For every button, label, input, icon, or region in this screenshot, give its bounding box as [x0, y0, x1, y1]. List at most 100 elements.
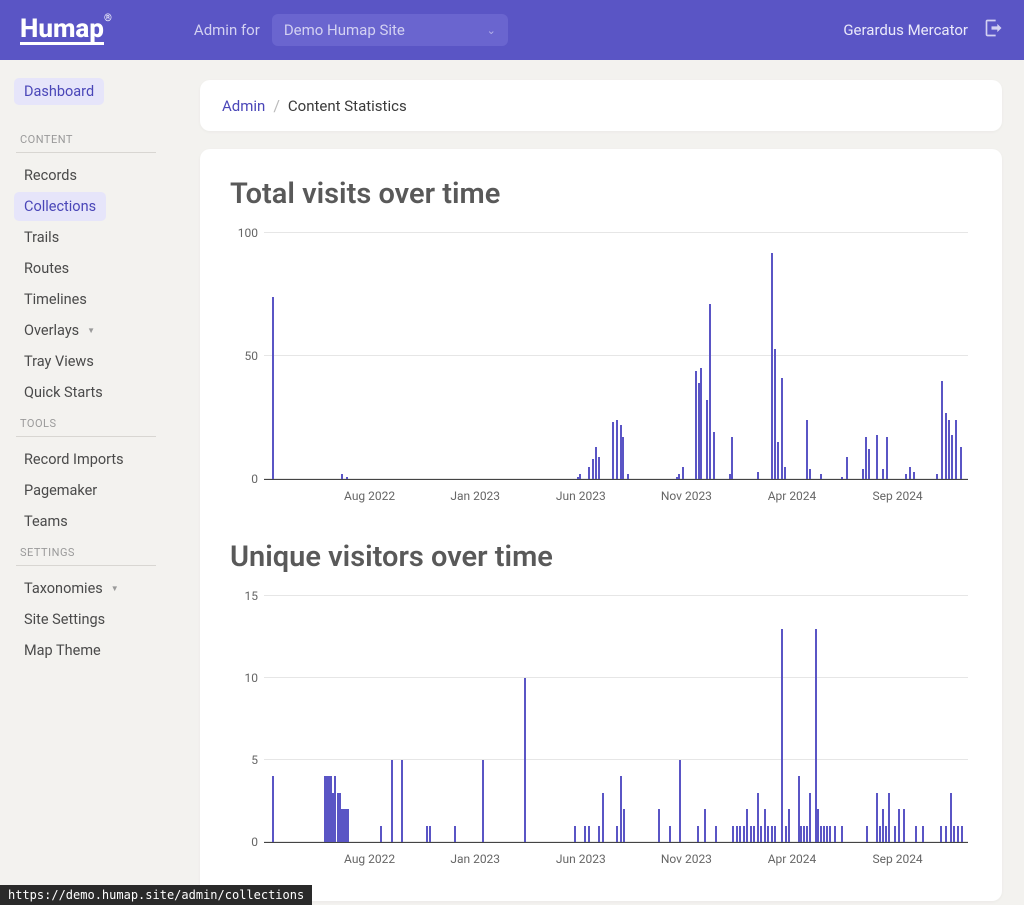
bar [846, 457, 848, 479]
site-select-value: Demo Humap Site [284, 21, 405, 39]
bar [695, 371, 697, 479]
grid-line [264, 595, 968, 596]
sidebar: Dashboard CONTENTRecordsCollectionsTrail… [0, 60, 190, 905]
bar [945, 413, 947, 479]
bar [764, 809, 766, 842]
bar [953, 826, 955, 842]
bar [731, 437, 733, 479]
bar [584, 826, 586, 842]
chart-title: Unique visitors over time [230, 540, 972, 574]
bar [866, 826, 868, 842]
x-tick-label: Jan 2023 [450, 852, 500, 866]
bar [894, 826, 896, 842]
bar [757, 472, 759, 479]
bar [815, 629, 817, 842]
bar [736, 826, 738, 842]
bar [678, 474, 680, 479]
bar [713, 432, 715, 479]
bar [753, 826, 755, 842]
sidebar-item-map-theme[interactable]: Map Theme [14, 636, 176, 665]
bar [961, 826, 963, 842]
breadcrumb-separator: / [273, 96, 280, 115]
sidebar-item-timelines[interactable]: Timelines [14, 285, 176, 314]
site-select[interactable]: Demo Humap Site ⌄ [272, 14, 508, 46]
sidebar-item-pagemaker[interactable]: Pagemaker [14, 476, 176, 505]
bar [771, 253, 773, 479]
sidebar-item-dashboard[interactable]: Dashboard [14, 78, 104, 105]
grid-line [264, 232, 968, 233]
bar [826, 826, 828, 842]
breadcrumb-root-link[interactable]: Admin [222, 97, 265, 115]
y-tick-label: 0 [230, 835, 258, 849]
y-tick-label: 5 [230, 753, 258, 767]
bar [888, 793, 890, 842]
bar [482, 760, 484, 842]
bar [592, 459, 594, 479]
sidebar-item-site-settings[interactable]: Site Settings [14, 605, 176, 634]
dropdown-caret-icon: ▼ [111, 584, 119, 593]
chart-1: 051015Aug 2022Jan 2023Jun 2023Nov 2023Ap… [230, 588, 972, 873]
bar [941, 381, 943, 479]
sidebar-item-trails[interactable]: Trails [14, 223, 176, 252]
bar [658, 809, 660, 842]
grid-line [264, 759, 968, 760]
bar [697, 826, 699, 842]
bar [951, 435, 953, 479]
dropdown-caret-icon: ▼ [87, 326, 95, 335]
topbar: Humap® Admin for Demo Humap Site ⌄ Gerar… [0, 0, 1024, 60]
bar [347, 809, 349, 842]
sidebar-item-records[interactable]: Records [14, 161, 176, 190]
bar [598, 457, 600, 479]
bar [806, 826, 808, 842]
bar [454, 826, 456, 842]
bar [940, 826, 942, 842]
bar [798, 776, 800, 842]
bar [739, 826, 741, 842]
brand-logo[interactable]: Humap® [20, 16, 104, 45]
bar [698, 383, 700, 479]
sidebar-item-overlays[interactable]: Overlays ▼ [14, 316, 176, 345]
sidebar-item-teams[interactable]: Teams [14, 507, 176, 536]
bar [868, 449, 870, 479]
sidebar-item-quick-starts[interactable]: Quick Starts [14, 378, 176, 407]
bar [879, 826, 881, 842]
bar [669, 826, 671, 842]
bar [936, 474, 938, 479]
bar [788, 809, 790, 842]
bar [627, 474, 629, 479]
grid-line [264, 355, 968, 356]
bar [774, 826, 776, 842]
bar [950, 793, 952, 842]
x-tick-label: Sep 2024 [873, 489, 923, 503]
breadcrumb: Admin / Content Statistics [200, 80, 1002, 131]
sidebar-item-routes[interactable]: Routes [14, 254, 176, 283]
bar [426, 826, 428, 842]
chart-title: Total visits over time [230, 177, 972, 211]
bar [760, 826, 762, 842]
breadcrumb-current: Content Statistics [288, 97, 407, 115]
bar [524, 678, 526, 842]
bar [732, 826, 734, 842]
bar [700, 368, 702, 479]
sidebar-item-collections[interactable]: Collections [14, 192, 106, 221]
sidebar-item-tray-views[interactable]: Tray Views [14, 347, 176, 376]
bar [391, 760, 393, 842]
username-label[interactable]: Gerardus Mercator [843, 21, 968, 39]
sidebar-item-record-imports[interactable]: Record Imports [14, 445, 176, 474]
bar [588, 826, 590, 842]
sidebar-section-label: TOOLS [16, 409, 156, 437]
bar [886, 437, 888, 479]
logout-icon[interactable] [984, 18, 1004, 42]
bar [905, 474, 907, 479]
bar [574, 826, 576, 842]
bar [876, 435, 878, 479]
bar [882, 809, 884, 842]
bar [948, 420, 950, 479]
bar [401, 760, 403, 842]
bar [346, 477, 348, 479]
x-tick-label: Aug 2022 [344, 489, 395, 503]
bar [862, 469, 864, 479]
bar [602, 793, 604, 842]
sidebar-item-taxonomies[interactable]: Taxonomies ▼ [14, 574, 176, 603]
status-url: https://demo.humap.site/admin/collection… [0, 885, 312, 905]
